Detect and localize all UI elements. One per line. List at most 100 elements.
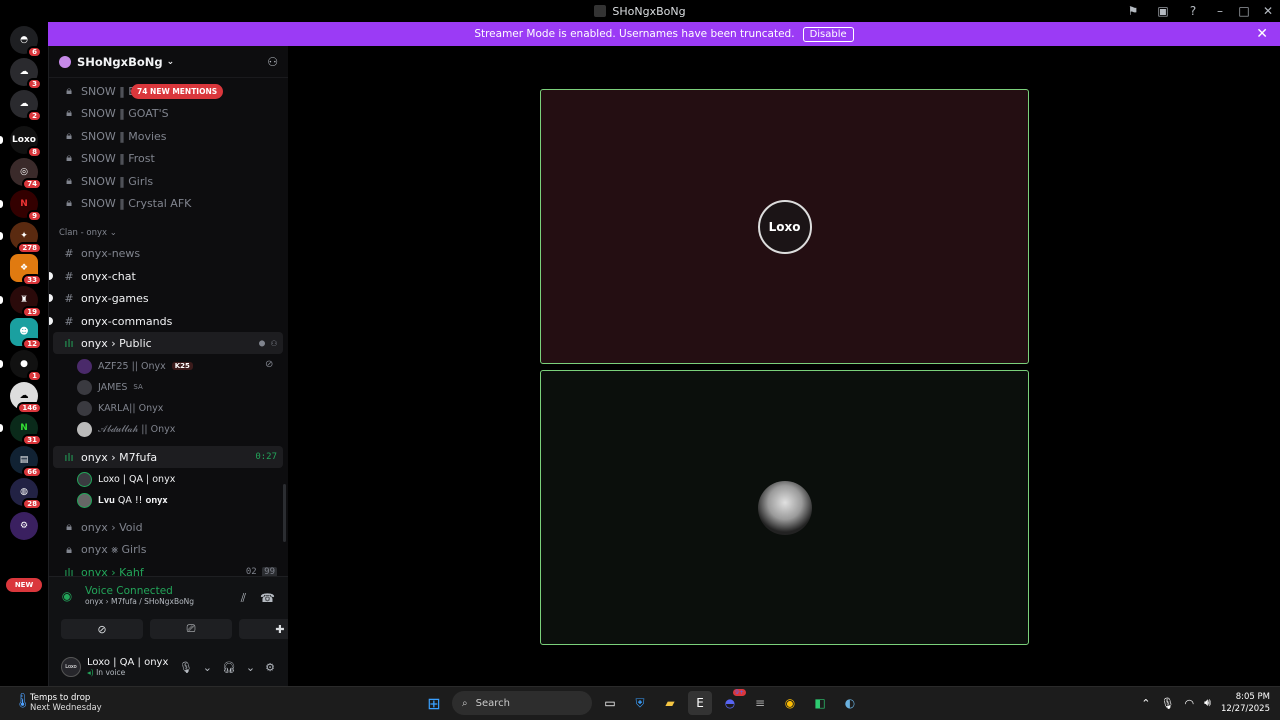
chrome-icon[interactable]: ◉ [778, 691, 802, 715]
voice-user[interactable]: 𝒜𝒷𝒹𝓊𝓁𝓁𝒶𝒽 || Onyx [77, 419, 175, 439]
avatar[interactable]: Loxo [61, 657, 81, 677]
participant-tile[interactable] [540, 370, 1029, 645]
text-channel[interactable]: # onyx-chat [49, 265, 283, 287]
server-icon[interactable]: ❖ 33 [10, 254, 42, 286]
voice-timer: 0:27 [255, 452, 277, 462]
inbox-icon[interactable]: ▣ [1148, 4, 1178, 18]
channel-locked[interactable]: 🔒︎ SNOW ‖ Crystal AFK [53, 192, 283, 214]
participant-tile[interactable]: Loxo [540, 89, 1029, 364]
dm-avatar-2[interactable]: ☁ 2 [10, 90, 42, 122]
voice-user[interactable]: KARLA|| Onyx [77, 398, 163, 418]
server-loxo[interactable]: Loxo 8 [10, 126, 42, 158]
voice-user[interactable]: Loxo | QA | onyx [77, 469, 175, 489]
voice-channel-m7fufa[interactable]: ılı onyx › M7fufa 0:27 [53, 446, 283, 468]
channel-locked[interactable]: 🔒︎ SNOW ‖ Frost [53, 147, 283, 169]
steam-icon[interactable]: ◐ [838, 691, 862, 715]
chevron-down-icon: ⌄ [166, 56, 175, 67]
participant-avatar [757, 480, 812, 535]
hash-icon: # [64, 291, 74, 305]
close-icon[interactable]: ✕ [1256, 26, 1268, 42]
disable-streamer-button[interactable]: Disable [802, 26, 854, 42]
chevron-down-icon[interactable]: ⌄ [203, 661, 212, 674]
signal-icon[interactable]: ◉ [57, 586, 77, 606]
voice-channel-public[interactable]: ılı onyx › Public ● ⚇ [53, 332, 283, 354]
server-icon[interactable]: ◎ 74 [10, 158, 42, 190]
noise-suppression-icon[interactable]: ⫽ [241, 591, 246, 606]
voice-user[interactable]: AZF25 || Onyx K25 [77, 356, 193, 376]
system-tray: ⌃ 🎙︎ ◠ 🔊︎ 8:05 PM 12/27/2025 [1141, 691, 1270, 715]
voice-actions: ⫽ ☎ [241, 591, 275, 606]
channel-name: onyx-news [81, 246, 141, 260]
lock-icon: 🔒︎ [66, 151, 72, 164]
channel-name: onyx-chat [81, 269, 136, 283]
inbox-flag-icon[interactable]: ⚑ [1118, 4, 1148, 18]
chat-icon[interactable]: ● ⚇ [259, 338, 277, 349]
microphone-icon[interactable]: 🎙︎ [1160, 697, 1174, 710]
maximize-button[interactable]: □ [1232, 4, 1256, 18]
text-channel[interactable]: # onyx-games [49, 287, 283, 309]
username[interactable]: Loxo | QA | onyx [87, 657, 168, 668]
file-explorer-icon[interactable]: ▰ [658, 691, 682, 715]
text-channel[interactable]: # onyx-commands [49, 310, 283, 332]
voice-active-icon: ılı [64, 336, 74, 350]
clock[interactable]: 8:05 PM 12/27/2025 [1221, 691, 1270, 715]
chevron-up-icon[interactable]: ⌃ [1141, 697, 1150, 710]
voice-channel-locked[interactable]: 🔒︎ onyx ⨳ Girls [53, 539, 283, 561]
text-channel[interactable]: # onyx-news [53, 242, 283, 264]
voice-channel-locked[interactable]: 🔒︎ onyx › Void [53, 516, 283, 538]
server-icon[interactable]: ▤ 66 [10, 446, 42, 478]
settings-gear-icon[interactable]: ⚙ [265, 661, 275, 674]
server-header[interactable]: SHoNgxBoNg ⌄ ⚇ [49, 46, 288, 78]
camera-button[interactable]: ⊘ [61, 619, 143, 639]
epic-games-icon[interactable]: E [688, 691, 712, 715]
wifi-icon[interactable]: ◠ [1184, 697, 1194, 710]
channel-name: onyx ⨳ Girls [81, 543, 147, 556]
app-icon[interactable]: ≡ [748, 691, 772, 715]
server-icon[interactable]: N 31 [10, 414, 42, 446]
invite-people-icon[interactable]: ⚇ [267, 55, 278, 69]
headphones-icon[interactable]: 🎧︎ [222, 661, 236, 674]
new-mentions-pill[interactable]: 74 NEW MENTIONS [131, 84, 224, 99]
scrollbar[interactable] [283, 484, 286, 542]
voice-user[interactable]: 𝐋𝐯𝐮 QA !! 𝐨𝐧𝐲𝐱 [77, 490, 168, 510]
voice-location[interactable]: onyx › M7fufa / SHoNgxBoNg [85, 597, 194, 606]
start-windows-icon[interactable]: ⊞ [422, 691, 446, 715]
help-icon[interactable]: ? [1178, 4, 1208, 18]
channel-locked[interactable]: 🔒︎ SNOW ‖ GOAT'S [53, 102, 283, 124]
server-icon[interactable]: N9 [10, 190, 42, 222]
disconnect-icon[interactable]: ☎ [260, 591, 275, 606]
windows-taskbar: 🌡︎ Temps to drop Next Wednesday ⊞ ⌕ Searc… [0, 686, 1280, 720]
weather-widget[interactable]: 🌡︎ Temps to drop Next Wednesday [14, 693, 102, 713]
server-icon[interactable]: ♜ 19 [10, 286, 42, 318]
voice-status-title[interactable]: Voice Connected [85, 585, 194, 597]
dm-avatar-1[interactable]: ☁ 3 [10, 58, 42, 90]
category-header[interactable]: Clan - onyx ⌄ [59, 228, 117, 238]
server-icon[interactable]: ✦ 278 [10, 222, 42, 254]
minimize-button[interactable]: – [1208, 4, 1232, 18]
server-icon[interactable]: ☻ 12 [10, 318, 42, 350]
screen-share-button[interactable]: ⎚ [150, 619, 232, 639]
new-unreads-button[interactable]: NEW [6, 578, 42, 592]
taskbar-search[interactable]: ⌕ Search [452, 691, 592, 715]
home-discord-icon[interactable]: ◓ 6 [10, 26, 42, 58]
defender-icon[interactable]: ⛨ [628, 691, 652, 715]
chevron-down-icon[interactable]: ⌄ [246, 661, 255, 674]
user-suffix: SA [133, 383, 143, 391]
thermometer-icon: 🌡︎ [14, 693, 32, 709]
volume-icon[interactable]: 🔊︎ [1204, 696, 1211, 710]
voice-user-name: 𝐋𝐯𝐮 QA !! 𝐨𝐧𝐲𝐱 [98, 494, 168, 506]
server-icon[interactable]: ⚙ [10, 512, 38, 540]
server-icon[interactable]: ◍ 28 [10, 478, 42, 510]
channel-locked[interactable]: 🔒︎ SNOW ‖ Movies [53, 125, 283, 147]
server-icon[interactable]: ● 1 [10, 350, 42, 382]
channel-locked[interactable]: 🔒︎ SNOW ‖ Girls [53, 170, 283, 192]
user-tag: K25 [171, 362, 193, 370]
server-icon[interactable]: ☁ 146 [10, 382, 42, 414]
discord-taskbar-icon[interactable]: ◓ 9+ [718, 689, 746, 715]
voice-user[interactable]: JAMES SA [77, 377, 143, 397]
app-icon[interactable]: ◧ [808, 691, 832, 715]
microphone-icon[interactable]: 🎙︎ [179, 661, 193, 674]
channel-name: SNOW ‖ Crystal AFK [81, 196, 192, 210]
task-view-icon[interactable]: ▭ [598, 691, 622, 715]
close-window-button[interactable]: ✕ [1256, 4, 1280, 18]
